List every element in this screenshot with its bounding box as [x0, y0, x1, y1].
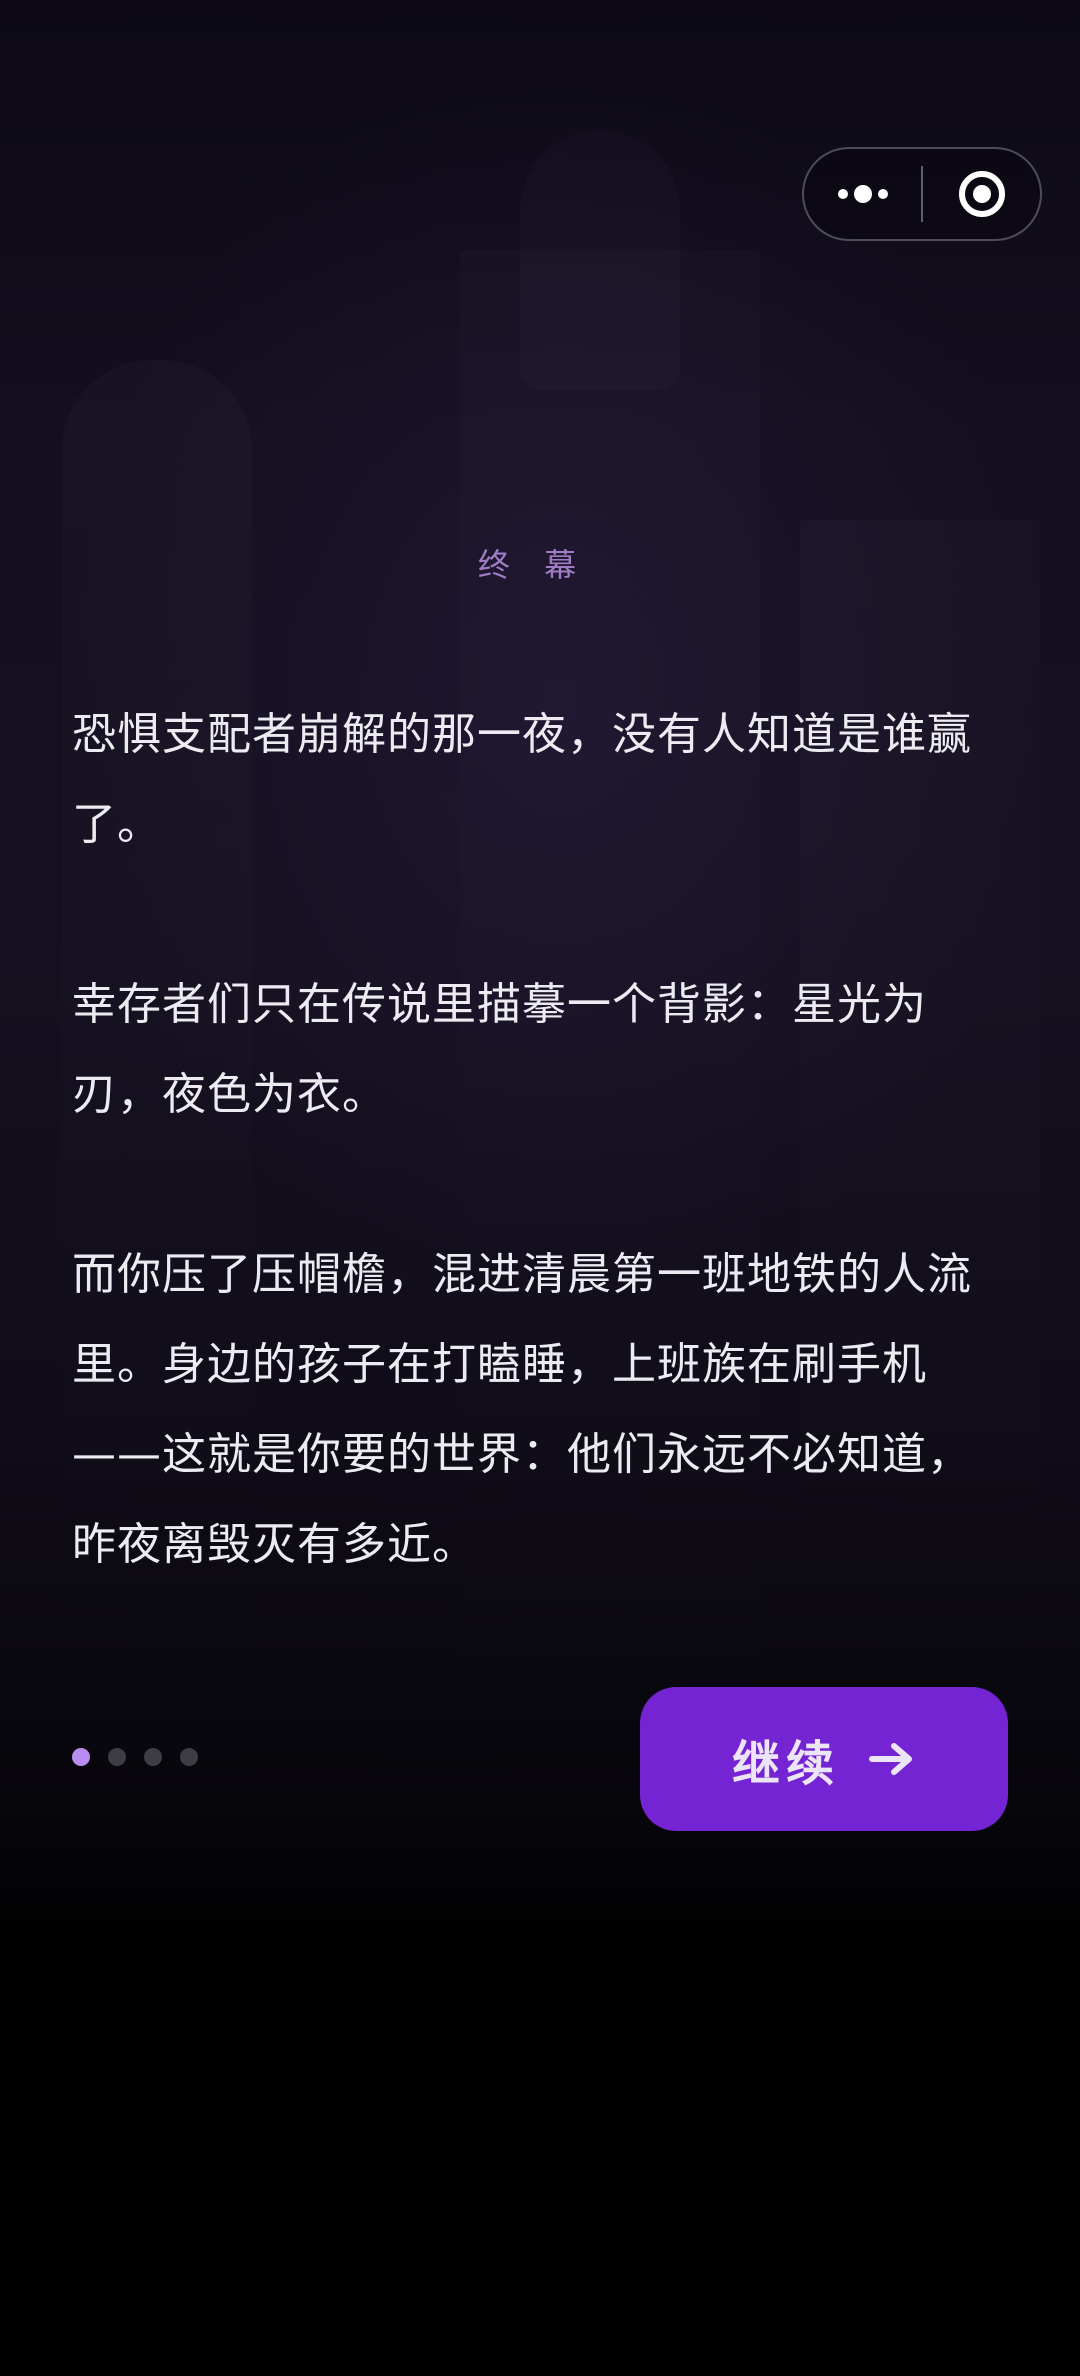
story-paragraph: 幸存者们只在传说里描摹一个背影：星光为刃，夜色为衣。 — [72, 979, 927, 1120]
story-screen: 终 幕 恐惧支配者崩解的那一夜，没有人知道是谁赢了。 幸存者们只在传说里描摹一个… — [0, 0, 1080, 2376]
story-paragraph: 而你压了压帽檐，混进清晨第一班地铁的人流里。身边的孩子在打瞌睡，上班族在刷手机—… — [72, 1249, 972, 1570]
target-close-icon — [958, 171, 1005, 217]
page-dot — [108, 1748, 126, 1766]
background-figure — [520, 130, 680, 390]
close-button[interactable] — [923, 149, 1040, 239]
story-paragraph: 恐惧支配者崩解的那一夜，没有人知道是谁赢了。 — [72, 709, 972, 850]
chapter-title: 终 幕 — [477, 546, 589, 584]
continue-button[interactable]: 继续 — [640, 1687, 1008, 1831]
story-text: 恐惧支配者崩解的那一夜，没有人知道是谁赢了。 幸存者们只在传说里描摹一个背影：星… — [72, 690, 992, 1680]
more-button[interactable] — [804, 149, 921, 239]
page-dot — [180, 1748, 198, 1766]
page-dot — [144, 1748, 162, 1766]
mini-program-capsule — [802, 147, 1042, 241]
page-dot — [72, 1748, 90, 1766]
arrow-right-icon — [868, 1741, 916, 1777]
continue-label: 继续 — [731, 1738, 840, 1791]
page-indicator — [72, 1748, 198, 1766]
more-dots-icon — [837, 185, 888, 203]
